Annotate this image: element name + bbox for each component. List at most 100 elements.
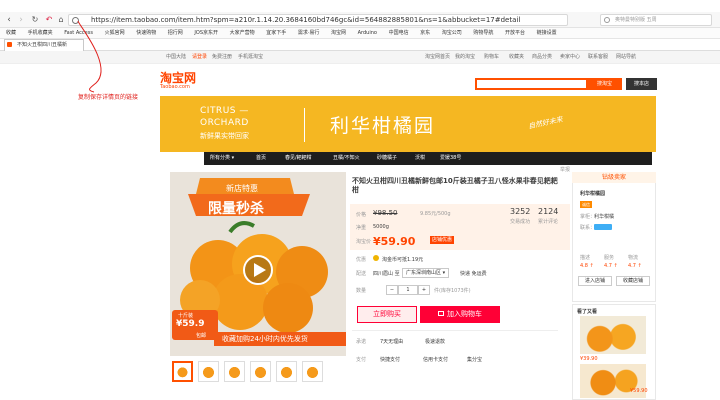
sales-label[interactable]: 交易成功: [510, 218, 530, 225]
stock-info: 件(库存1073件): [434, 288, 471, 294]
refresh-icon[interactable]: ↻: [30, 15, 40, 25]
thumbnail[interactable]: [250, 361, 271, 382]
home-link[interactable]: 淘宝网首页: [425, 51, 450, 63]
bookmark-item[interactable]: 购物导航: [473, 28, 493, 38]
nav-home[interactable]: 首页: [256, 152, 266, 165]
thumbnail[interactable]: [276, 361, 297, 382]
thumbnail[interactable]: [302, 361, 323, 382]
rating-label: 描述: [580, 255, 591, 261]
nav-aiyuan[interactable]: 爱媛38号: [440, 152, 461, 165]
store-nav: [204, 152, 652, 165]
search-icon: [604, 17, 610, 23]
support-link[interactable]: 联系客服: [588, 51, 608, 63]
bookmarks-bar: 收藏 手机收藏夹 Fast Access 火狐官网 快速购物 招行网 JOS京东…: [0, 28, 720, 39]
bookmark-item[interactable]: Arduino: [358, 28, 377, 38]
enter-shop-button[interactable]: 进入店铺: [578, 276, 612, 286]
cart-link[interactable]: 购物车: [484, 51, 499, 63]
reviews-label[interactable]: 累计评论: [538, 218, 558, 225]
region-link[interactable]: 中国大陆: [166, 51, 186, 63]
bookmark-item[interactable]: 京东: [420, 28, 430, 38]
bookmark-item[interactable]: Fast Access: [64, 28, 93, 38]
nav-all-categories[interactable]: 所有分类 ▾: [210, 152, 234, 165]
bookmark-item[interactable]: 快速购物: [136, 28, 156, 38]
search-store-button[interactable]: 搜本店: [626, 78, 657, 90]
nav-shatangju[interactable]: 砂糖橘子: [377, 152, 397, 165]
category-link[interactable]: 商品分类: [532, 51, 552, 63]
my-taobao-link[interactable]: 我的淘宝: [455, 51, 475, 63]
bookmark-item[interactable]: 大家产营物: [230, 28, 255, 38]
undo-icon[interactable]: ↶: [44, 15, 54, 25]
recommend-item-image[interactable]: [580, 316, 646, 354]
report-link[interactable]: 举报: [560, 166, 570, 173]
seller-value[interactable]: 利华柑橘: [594, 213, 614, 220]
bookmark-item[interactable]: 宜家下手: [266, 28, 286, 38]
recommend-header: 看了又看: [577, 309, 598, 315]
logo-text: 淘宝网: [160, 71, 197, 85]
login-link[interactable]: 请登录: [192, 51, 207, 63]
address-bar[interactable]: https://item.taobao.com/item.htm?spm=a21…: [68, 14, 568, 26]
forward-icon[interactable]: ›: [16, 15, 26, 25]
unit-price: 9.85元/500g: [420, 211, 451, 217]
wangwang-chat-icon[interactable]: [594, 224, 612, 230]
thumbnail[interactable]: [198, 361, 219, 382]
browser-search-input[interactable]: 奥特曼特别版 五周: [600, 14, 712, 26]
add-to-cart-button[interactable]: 加入购物车: [420, 306, 500, 323]
bookmark-item[interactable]: 淘宝公司: [442, 28, 462, 38]
weight-label: 十斤装: [178, 313, 194, 319]
thumbnail[interactable]: [172, 361, 193, 382]
ship-to-select[interactable]: 广东深圳南山区 ▾: [402, 268, 450, 278]
annotation-text: 复制保存详情页的链接: [78, 94, 139, 101]
banner-subtitle: 新鲜果实带回家: [200, 132, 249, 140]
nav-wogan[interactable]: 沃柑: [415, 152, 425, 165]
register-link[interactable]: 免费注册: [212, 51, 232, 63]
contact-label: 联系：: [580, 225, 596, 231]
taobao-logo[interactable]: 淘宝网 Taobao.com: [160, 72, 198, 92]
bookmark-item[interactable]: JOS京东开: [194, 28, 218, 38]
benefit-value: 淘金币可抵1.19元: [382, 257, 424, 263]
banner-divider: [304, 108, 305, 142]
tab-active[interactable]: 不知火丑柑四川丑橘新: [4, 39, 84, 51]
back-icon[interactable]: ‹: [4, 15, 14, 25]
bookmark-item[interactable]: 中国电信: [389, 28, 409, 38]
promo-badge[interactable]: 店铺优惠: [430, 236, 455, 244]
shop-name[interactable]: 利华柑橘园: [580, 190, 605, 197]
cart-icon: [438, 311, 444, 316]
rating-label: 物流: [628, 255, 639, 261]
qty-minus-button[interactable]: −: [386, 285, 398, 295]
banner-title: 利华柑橘园: [330, 115, 436, 137]
bookmark-item[interactable]: 链接设置: [537, 28, 557, 38]
coin-icon: [373, 255, 379, 261]
search-input[interactable]: [475, 78, 588, 90]
home-icon[interactable]: ⌂: [56, 15, 66, 25]
search-button[interactable]: 搜淘宝: [587, 78, 622, 90]
promise-item[interactable]: 极速退款: [425, 338, 445, 345]
seller-center-link[interactable]: 卖家中心: [560, 51, 580, 63]
rating-value: 4.7 ↑: [628, 263, 642, 269]
page: ‹ › ↻ ↶ ⌂ https://item.taobao.com/item.h…: [0, 0, 720, 400]
favorites-link[interactable]: 收藏夹: [509, 51, 524, 63]
image-shipping: 包邮: [196, 333, 207, 339]
thumbnail[interactable]: [224, 361, 245, 382]
mobile-link[interactable]: 手机逛淘宝: [238, 51, 263, 63]
bookmark-item[interactable]: 需求·易行: [298, 28, 320, 38]
payment-item: 快捷支付: [380, 357, 401, 363]
quantity-input[interactable]: 1: [398, 285, 418, 295]
promise-label: 承诺: [356, 339, 367, 345]
bookmark-item[interactable]: 招行网: [168, 28, 183, 38]
promise-item[interactable]: 7天无理由: [380, 338, 403, 345]
favorite-shop-button[interactable]: 收藏店铺: [616, 276, 650, 286]
payment-label: 支付: [356, 357, 367, 363]
buy-now-button[interactable]: 立即购买: [357, 306, 417, 323]
qty-plus-button[interactable]: +: [418, 285, 430, 295]
bookmark-item[interactable]: 火狐官网: [105, 28, 125, 38]
taobao-favicon-icon: [7, 42, 12, 47]
nav-chunjian[interactable]: 春见/耙耙柑: [285, 152, 312, 165]
bookmark-item[interactable]: 手机收藏夹: [28, 28, 53, 38]
bookmark-item[interactable]: 收藏: [6, 28, 16, 38]
bookmark-item[interactable]: 淘宝网: [331, 28, 346, 38]
sitenav-link[interactable]: 网站导航: [616, 51, 636, 63]
rating-value: 4.7 ↑: [604, 263, 618, 269]
bookmark-item[interactable]: 开放平台: [505, 28, 525, 38]
benefit-label: 优惠: [356, 257, 367, 263]
nav-chouju[interactable]: 丑橘/不知火: [333, 152, 360, 165]
